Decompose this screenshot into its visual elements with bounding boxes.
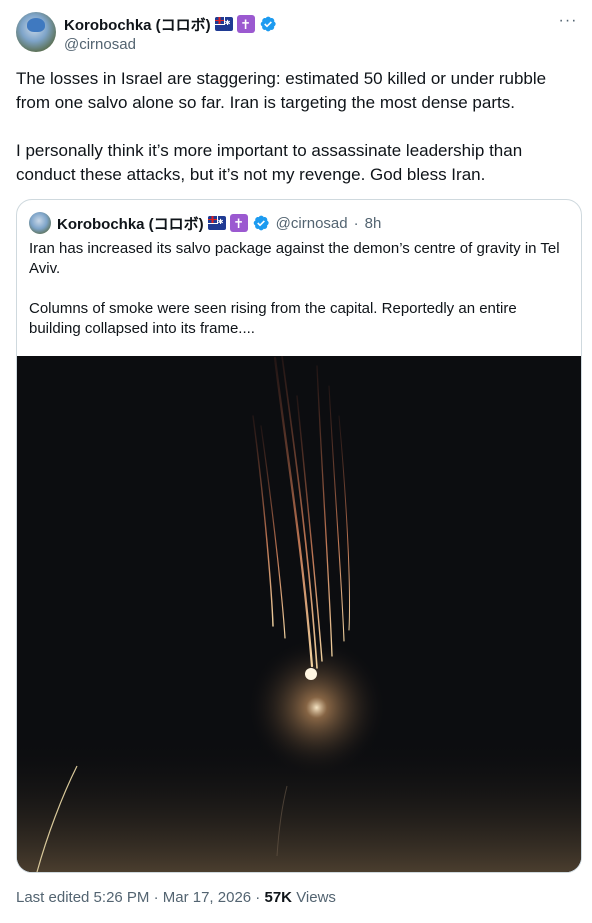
tweet-text: The losses in Israel are staggering: est… bbox=[16, 69, 547, 184]
edited-timestamp[interactable]: Last edited 5:26 PM · Mar 17, 2026 · bbox=[16, 889, 260, 906]
views-count: 57K bbox=[264, 889, 293, 906]
more-options-icon[interactable]: ··· bbox=[556, 13, 580, 34]
quoted-tweet-card[interactable]: Korobochka (コロボ) ✝ @cirnosad · 8h Iran h… bbox=[16, 199, 582, 873]
author-names: Korobochka (コロボ) ✝ @cirnosad bbox=[64, 14, 277, 53]
quoted-author-display-name: Korobochka (コロボ) bbox=[57, 215, 204, 233]
verified-badge-icon bbox=[259, 15, 277, 33]
australia-flag-icon bbox=[214, 17, 233, 31]
author-handle[interactable]: @cirnosad bbox=[64, 36, 277, 53]
quoted-tweet-text: Iran has increased its salvo package aga… bbox=[29, 240, 560, 337]
verified-badge-icon bbox=[252, 214, 270, 232]
author-display-name[interactable]: Korobochka (コロボ) bbox=[64, 14, 211, 35]
quoted-author-handle: @cirnosad bbox=[275, 214, 348, 232]
views-label: Views bbox=[296, 889, 336, 906]
quoted-separator: · bbox=[353, 214, 359, 232]
tweet-footer: Last edited 5:26 PM · Mar 17, 2026 · 57K… bbox=[16, 889, 336, 906]
tweet-header: Korobochka (コロボ) ✝ @cirnosad ··· bbox=[16, 12, 580, 56]
quoted-tweet-photo[interactable] bbox=[17, 356, 581, 872]
latin-cross-icon: ✝ bbox=[236, 15, 255, 33]
quoted-author-avatar bbox=[29, 212, 51, 234]
author-avatar[interactable] bbox=[16, 12, 56, 52]
latin-cross-icon: ✝ bbox=[229, 214, 248, 232]
quoted-tweet-header: Korobochka (コロボ) ✝ @cirnosad · 8h bbox=[29, 212, 381, 234]
quoted-time[interactable]: 8h bbox=[365, 215, 382, 232]
australia-flag-icon bbox=[207, 216, 226, 230]
